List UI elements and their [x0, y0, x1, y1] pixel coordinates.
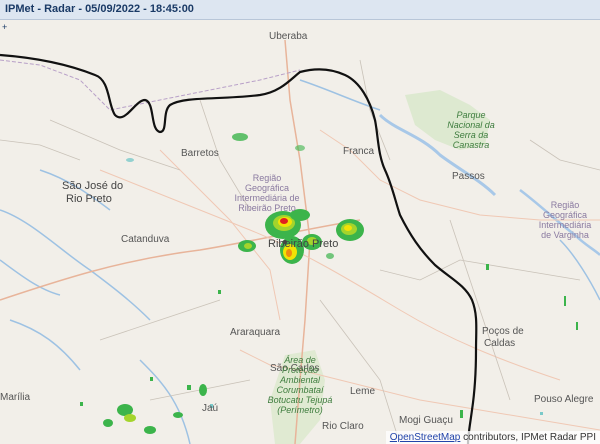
- openstreetmap-link[interactable]: OpenStreetMap: [390, 432, 461, 443]
- city-label: Marília: [0, 392, 31, 403]
- city-label: São José do: [62, 180, 124, 192]
- map-view[interactable]: + Uberaba Franca Barretos São José do Ri…: [0, 20, 600, 444]
- radar-echo: [326, 253, 334, 259]
- park-label: Área de Proteção Ambiental Corumbataí Bo…: [267, 355, 333, 415]
- radar-echo: [187, 385, 191, 390]
- overlay-city-label: Ribeirão Preto: [268, 238, 339, 250]
- city-label: Catanduva: [121, 234, 170, 245]
- radar-echo: [103, 419, 113, 427]
- radar-echo: [124, 414, 136, 422]
- radar-echo: [344, 225, 352, 231]
- radar-echo: [150, 377, 153, 381]
- radar-echo: [576, 322, 578, 330]
- radar-echo: [280, 218, 288, 224]
- city-label: Poços de: [482, 326, 524, 337]
- radar-echo: [460, 410, 463, 418]
- city-label: Rio Preto: [66, 193, 112, 205]
- title-bar: IPMet - Radar - 05/09/2022 - 18:45:00: [0, 0, 600, 20]
- attribution: OpenStreetMap contributors, IPMet Radar …: [385, 431, 600, 444]
- radar-echo: [564, 296, 566, 306]
- city-label: Leme: [350, 386, 376, 397]
- radar-echo: [80, 402, 83, 406]
- radar-echo: [218, 290, 221, 294]
- radar-echo: [540, 412, 543, 415]
- radar-echo: [286, 249, 292, 257]
- city-label: Pouso Alegre: [534, 394, 594, 405]
- city-label: Mogi Guaçu: [399, 415, 453, 426]
- city-label: Passos: [452, 171, 485, 182]
- radar-echo: [244, 243, 252, 249]
- region-label: Região Geográfica Intermediária de Ribei…: [234, 173, 300, 213]
- park-label: Parque Nacional da Serra da Canastra: [447, 110, 495, 150]
- city-label: Uberaba: [269, 31, 308, 42]
- window-title: IPMet - Radar - 05/09/2022 - 18:45:00: [5, 3, 194, 15]
- state-border-line: [0, 53, 478, 444]
- city-label: Franca: [343, 146, 375, 157]
- app-window: IPMet - Radar - 05/09/2022 - 18:45:00 + …: [0, 0, 600, 444]
- city-label: Jaú: [202, 403, 219, 414]
- radar-echo: [199, 384, 207, 396]
- city-label: Araraquara: [230, 327, 281, 338]
- radar-echo: [173, 412, 183, 418]
- zoom-control[interactable]: +: [2, 22, 16, 32]
- city-label: Caldas: [484, 338, 516, 349]
- city-label: Rio Claro: [322, 421, 364, 432]
- region-label: Região Geográfica Intermediária de Vargi…: [538, 200, 592, 240]
- radar-echo: [295, 145, 305, 151]
- city-label: Barretos: [181, 148, 219, 159]
- radar-echo: [232, 133, 248, 141]
- attribution-text: contributors, IPMet Radar PPI: [460, 432, 596, 443]
- radar-echo: [486, 264, 489, 270]
- radar-echo: [126, 158, 134, 162]
- radar-echo: [144, 426, 156, 434]
